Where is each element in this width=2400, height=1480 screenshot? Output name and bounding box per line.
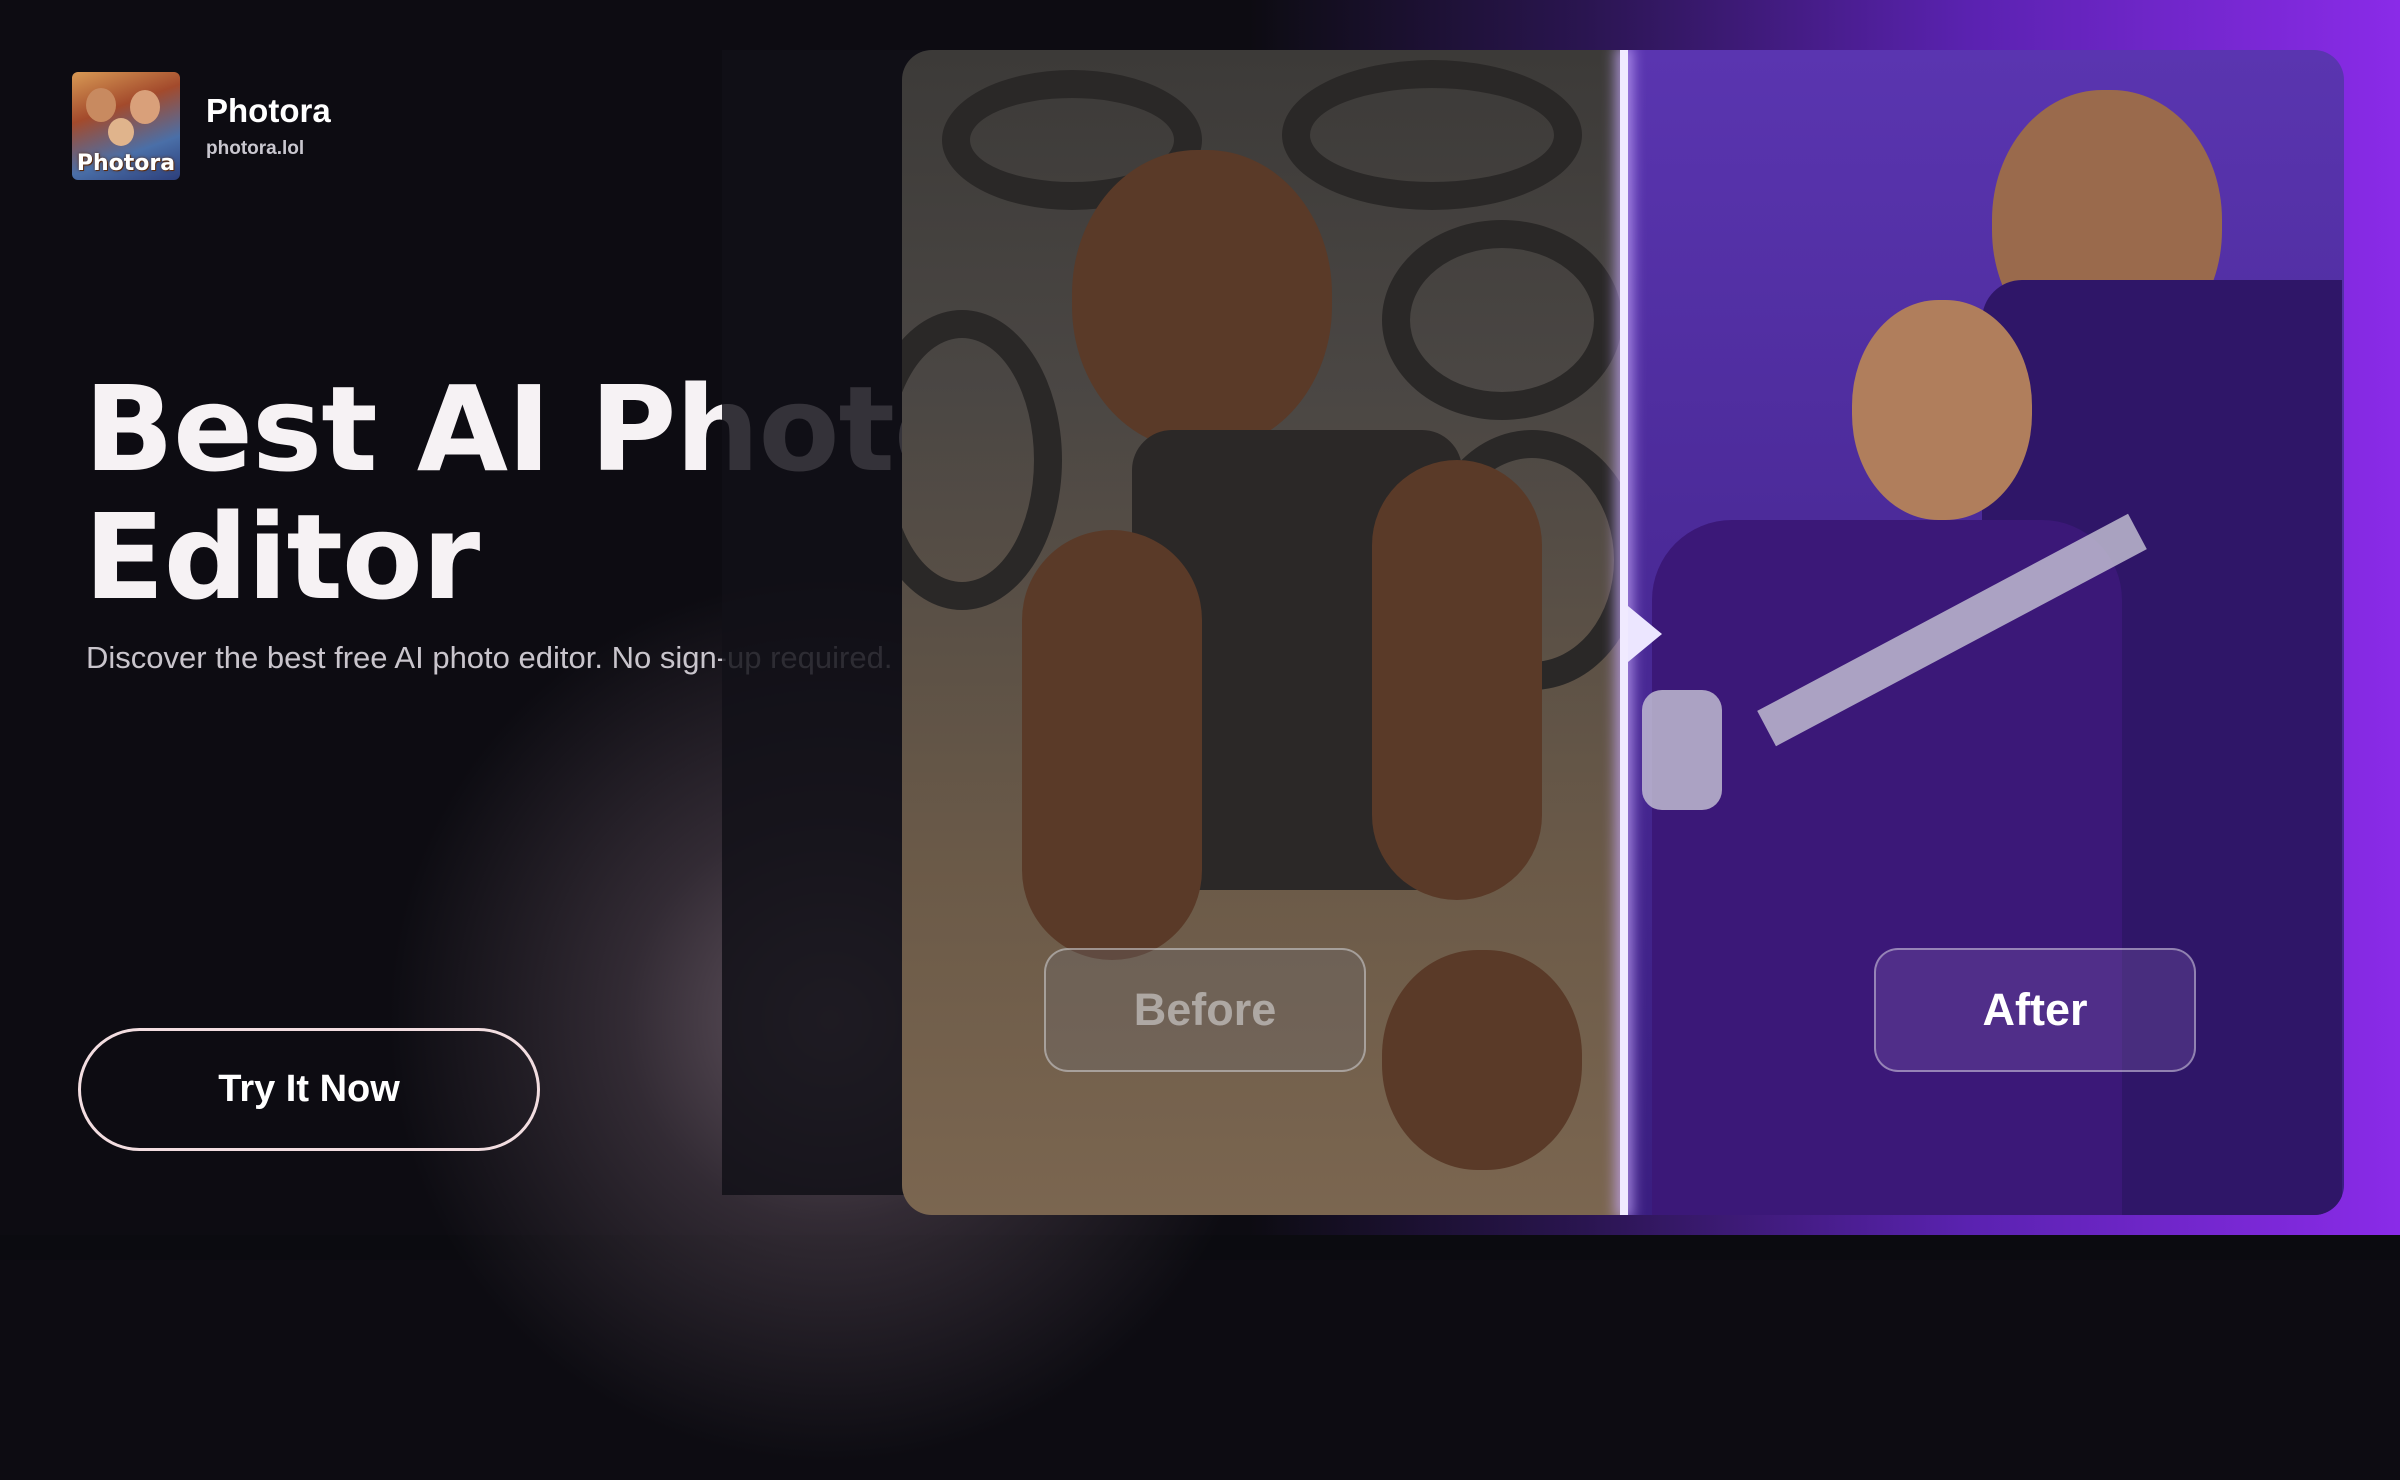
brand-name: Photora bbox=[206, 92, 331, 129]
person-arm bbox=[1372, 460, 1542, 900]
person-head bbox=[1072, 150, 1332, 450]
tire-shape bbox=[1382, 220, 1622, 420]
sleeve-trim bbox=[1642, 690, 1722, 810]
tire-shape bbox=[1282, 60, 1582, 210]
try-it-now-button[interactable]: Try It Now bbox=[78, 1028, 540, 1151]
bottom-strip bbox=[0, 1235, 2400, 1260]
logo-face bbox=[108, 118, 134, 146]
before-after-comparison[interactable]: Before After bbox=[902, 50, 2344, 1215]
person-knee bbox=[1382, 950, 1582, 1170]
logo-wordmark: Photora bbox=[76, 151, 176, 176]
brand-url: photora.lol bbox=[206, 138, 305, 159]
slider-arrow-icon[interactable] bbox=[1628, 606, 1662, 662]
before-label: Before bbox=[1044, 948, 1366, 1072]
brand-header[interactable]: Photora Photora photora.lol bbox=[72, 72, 331, 180]
brand-text: Photora photora.lol bbox=[206, 92, 331, 160]
title-line-2: Editor bbox=[84, 488, 480, 626]
woman-head bbox=[1852, 300, 2032, 520]
brand-logo: Photora bbox=[72, 72, 180, 180]
tire-shape bbox=[902, 310, 1062, 610]
woman-saree bbox=[1652, 520, 2122, 1215]
comparison-slider-handle[interactable] bbox=[1620, 50, 1628, 1215]
after-label: After bbox=[1874, 948, 2196, 1072]
logo-face bbox=[86, 88, 116, 122]
logo-face bbox=[130, 90, 160, 124]
person-arm bbox=[1022, 530, 1202, 960]
